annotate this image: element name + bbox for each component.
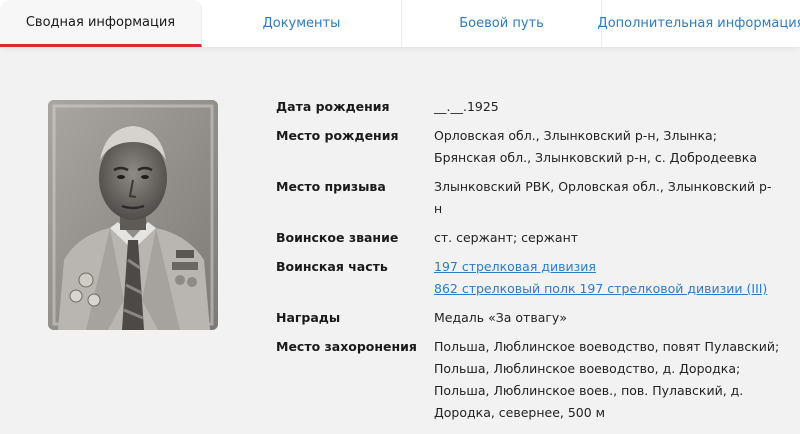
birth-date-label: Дата рождения <box>276 99 390 114</box>
unit-link-division[interactable]: 197 стрелковая дивизия <box>434 256 776 278</box>
tab-summary[interactable]: Сводная информация <box>0 0 202 47</box>
draft-place-value: Злынковский РВК, Орловская обл., Злынков… <box>434 179 772 216</box>
awards-value: Медаль «За отвагу» <box>434 310 567 325</box>
row-unit: Воинская часть 197 стрелковая дивизия 86… <box>276 256 776 300</box>
burial-label: Место захоронения <box>276 339 417 354</box>
birth-place-value: Орловская обл., Злынковский р-н, Злынка;… <box>434 128 757 165</box>
row-birth-date: Дата рождения __.__.1925 <box>276 96 776 118</box>
rank-value: ст. сержант; сержант <box>434 230 579 245</box>
row-draft-place: Место призыва Злынковский РВК, Орловская… <box>276 176 776 220</box>
birth-date-value: __.__.1925 <box>434 99 499 114</box>
portrait-photo <box>48 100 218 330</box>
unit-label: Воинская часть <box>276 259 388 274</box>
row-birth-place: Место рождения Орловская обл., Злынковск… <box>276 125 776 169</box>
tab-bar: Сводная информация Документы Боевой путь… <box>0 0 800 47</box>
tab-documents[interactable]: Документы <box>202 0 402 47</box>
rank-label: Воинское звание <box>276 230 399 245</box>
unit-value: 197 стрелковая дивизия 862 стрелковый по… <box>434 256 776 300</box>
draft-place-label: Место призыва <box>276 179 386 194</box>
burial-value: Польша, Люблинское воеводство, повят Пул… <box>434 339 780 420</box>
row-rank: Воинское звание ст. сержант; сержант <box>276 227 776 249</box>
tab-additional-info[interactable]: Дополнительная информация <box>598 0 800 47</box>
person-details: Дата рождения __.__.1925 Место рождения … <box>276 96 780 431</box>
birth-place-label: Место рождения <box>276 128 399 143</box>
row-burial: Место захоронения Польша, Люблинское вое… <box>276 336 780 424</box>
tab-combat-path[interactable]: Боевой путь <box>402 0 602 47</box>
awards-label: Награды <box>276 310 341 325</box>
unit-link-regiment[interactable]: 862 стрелковый полк 197 стрелковой дивиз… <box>434 278 776 300</box>
row-awards: Награды Медаль «За отвагу» <box>276 307 776 329</box>
